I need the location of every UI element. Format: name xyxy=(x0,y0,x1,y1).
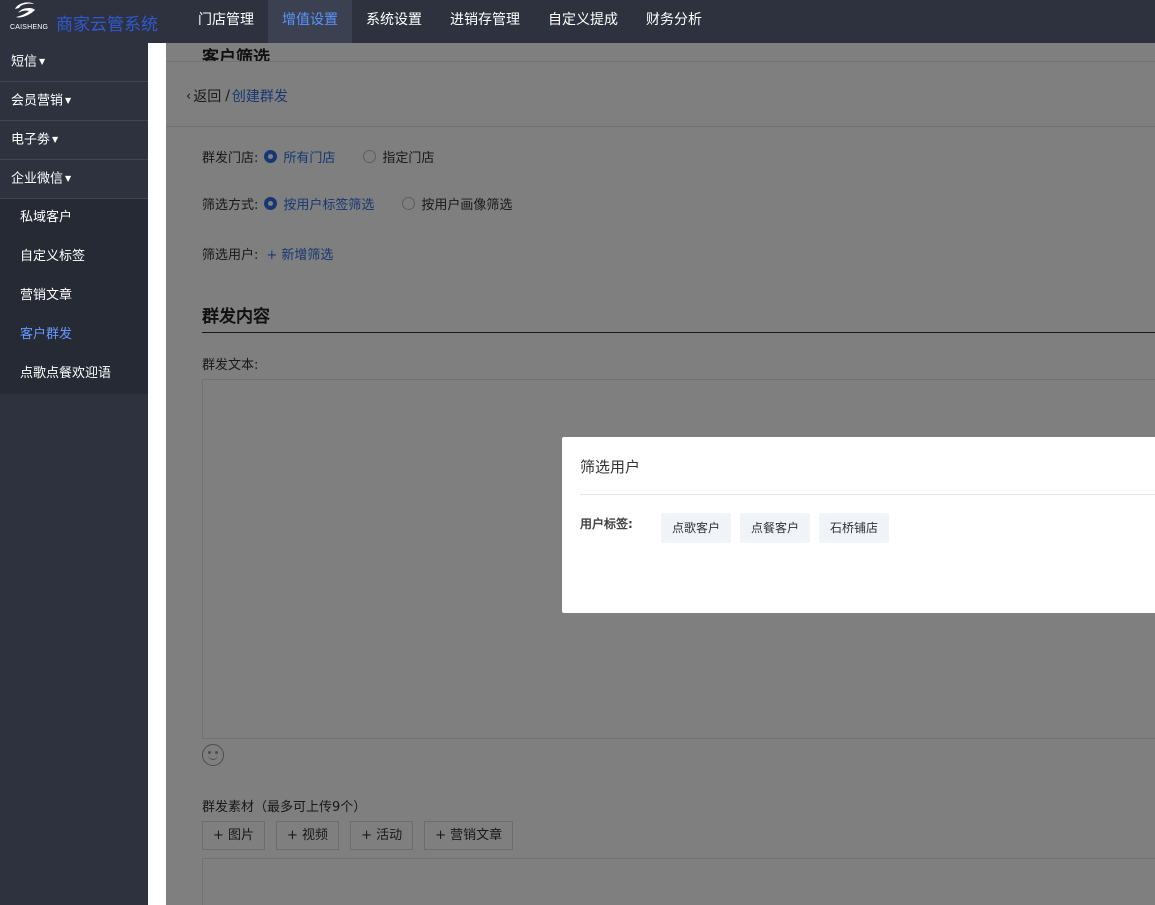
sidebar-group-label: 电子劵 xyxy=(11,132,51,148)
nav-item-store-management[interactable]: 门店管理 xyxy=(184,0,268,43)
caisheng-logo[interactable]: CAISHENG xyxy=(8,0,50,43)
sidebar-group-wecom[interactable]: 企业微信 ▼ xyxy=(0,160,148,199)
sidebar-group-e-coupon[interactable]: 电子劵 ▼ xyxy=(0,121,148,160)
sidebar-group-sms[interactable]: 短信 ▼ xyxy=(0,43,148,82)
user-tag-label: 用户标签: xyxy=(580,517,633,531)
sidebar-item-marketing-articles[interactable]: 营销文章 xyxy=(0,277,148,316)
sidebar-item-welcome-message[interactable]: 点歌点餐欢迎语 xyxy=(0,355,148,394)
sidebar-group-label: 短信 xyxy=(11,54,38,70)
caret-down-icon: ▼ xyxy=(65,174,72,183)
sidebar: 短信 ▼ 会员营销 ▼ 电子劵 ▼ 企业微信 ▼ 私域客户 自定义标签 营销文章 客户群… xyxy=(0,43,148,905)
sidebar-item-customer-mass-send[interactable]: 客户群发 xyxy=(0,316,148,355)
sidebar-gutter xyxy=(148,43,166,905)
nav-item-system-settings[interactable]: 系统设置 xyxy=(352,0,436,43)
sidebar-item-custom-tags[interactable]: 自定义标签 xyxy=(0,238,148,277)
dialog-divider xyxy=(580,494,1155,495)
sidebar-group-label: 企业微信 xyxy=(11,171,64,187)
caret-down-icon: ▼ xyxy=(39,57,46,66)
sidebar-group-member-marketing[interactable]: 会员营销 ▼ xyxy=(0,82,148,121)
tag-shiqiaopu-store[interactable]: 石桥铺店 xyxy=(819,513,890,543)
logo-icon xyxy=(15,2,35,18)
sidebar-item-private-customers[interactable]: 私域客户 xyxy=(0,199,148,238)
sidebar-group-label: 会员营销 xyxy=(11,93,64,109)
logo-text: CAISHENG xyxy=(10,24,49,31)
tag-dining-customer[interactable]: 点餐客户 xyxy=(740,513,811,543)
nav-item-inventory-management[interactable]: 进销存管理 xyxy=(436,0,534,43)
user-tag-list: 点歌客户 点餐客户 石桥铺店 xyxy=(661,513,898,543)
sidebar-submenu-wecom: 私域客户 自定义标签 营销文章 客户群发 点歌点餐欢迎语 xyxy=(0,199,148,394)
tag-song-customer[interactable]: 点歌客户 xyxy=(661,513,732,543)
nav-item-custom-commission[interactable]: 自定义提成 xyxy=(534,0,632,43)
filter-user-dialog: 筛选用户 用户标签: 点歌客户 点餐客户 石桥铺店 xyxy=(562,437,1155,613)
main-nav: 门店管理 增值设置 系统设置 进销存管理 自定义提成 财务分析 xyxy=(184,0,716,43)
nav-item-financial-analysis[interactable]: 财务分析 xyxy=(632,0,716,43)
dialog-title: 筛选用户 xyxy=(580,458,641,476)
caret-down-icon: ▼ xyxy=(65,96,72,105)
system-name: 商家云管系统 xyxy=(56,15,158,35)
caret-down-icon: ▼ xyxy=(52,135,59,144)
nav-item-value-added-settings[interactable]: 增值设置 xyxy=(268,0,352,43)
top-nav-bar: CAISHENG 商家云管系统 门店管理 增值设置 系统设置 进销存管理 自定义… xyxy=(0,0,1155,43)
